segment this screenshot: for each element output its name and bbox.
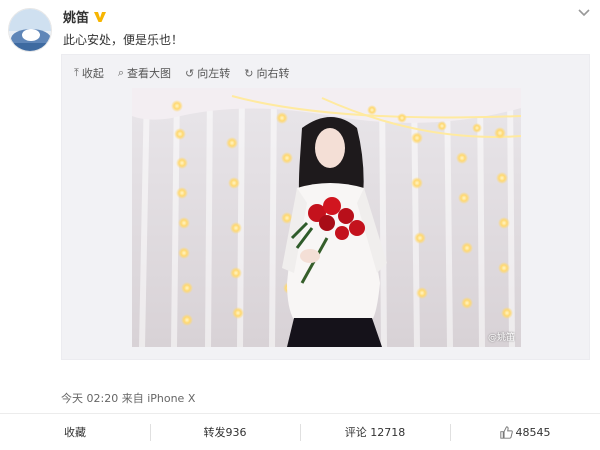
rotate-right-icon: ↻: [244, 66, 254, 80]
repost-label: 转发936: [203, 426, 247, 439]
favorite-label: 收藏: [64, 426, 86, 439]
comment-button[interactable]: 评论 12718: [300, 414, 450, 450]
collapse-button[interactable]: ⤒ 收起: [74, 65, 104, 81]
rotate-left-icon: ↺: [185, 66, 195, 80]
post-text: 此心安处，便是乐也！: [63, 33, 184, 47]
username-row: 姚笛: [63, 7, 107, 26]
collapse-label: 收起: [81, 67, 104, 80]
rotate-right-button[interactable]: ↻ 向右转: [244, 65, 289, 81]
chevron-down-icon[interactable]: [576, 4, 592, 20]
magnify-icon: ⌕: [117, 66, 125, 79]
view-large-button[interactable]: ⌕ 查看大图: [118, 65, 171, 81]
verified-badge-icon: [94, 11, 107, 22]
post-photo[interactable]: @姚笛: [132, 88, 521, 347]
post-meta: 今天 02:20 来自 iPhone X: [61, 392, 196, 405]
rotate-right-label: 向右转: [256, 67, 290, 80]
like-count: 48545: [515, 425, 551, 439]
photo-watermark: @姚笛: [487, 333, 515, 343]
action-bar: 收藏 转发936 评论 12718 48545: [0, 413, 600, 450]
upload-arrow-icon: ⤒: [74, 66, 79, 79]
view-large-label: 查看大图: [127, 67, 172, 80]
rotate-left-label: 向左转: [197, 67, 231, 80]
avatar[interactable]: [8, 8, 52, 52]
repost-button[interactable]: 转发936: [150, 414, 300, 450]
comment-label: 评论 12718: [344, 426, 406, 439]
thumbs-up-icon: [499, 425, 513, 439]
favorite-button[interactable]: 收藏: [0, 414, 150, 450]
media-toolbar: ⤒ 收起 ⌕ 查看大图 ↺ 向左转 ↻ 向右转: [74, 65, 289, 81]
like-button[interactable]: 48545: [450, 414, 600, 450]
media-container: ⤒ 收起 ⌕ 查看大图 ↺ 向左转 ↻ 向右转 @姚笛: [61, 54, 590, 360]
rotate-left-button[interactable]: ↺ 向左转: [185, 65, 230, 81]
username[interactable]: 姚笛: [63, 7, 89, 26]
